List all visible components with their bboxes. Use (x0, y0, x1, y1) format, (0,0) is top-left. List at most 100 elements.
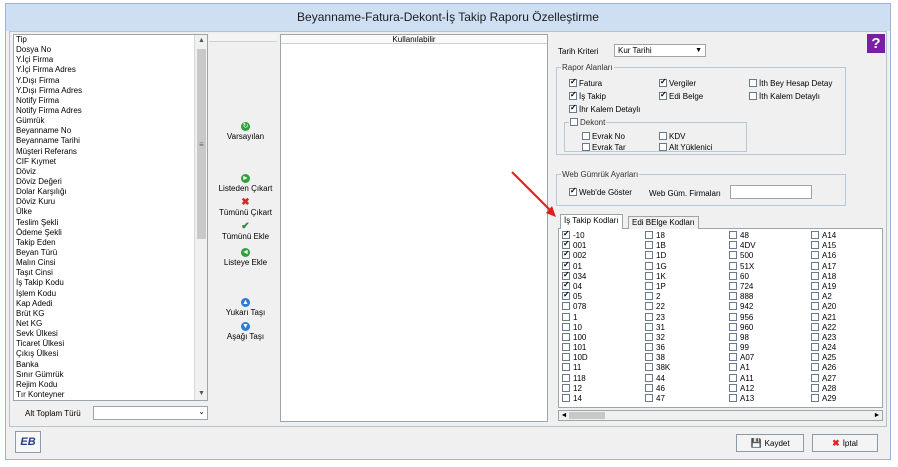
code-checkbox[interactable]: 1B (645, 241, 725, 251)
code-checkbox[interactable]: A16 (811, 251, 882, 261)
field-list-item[interactable]: Y.Dışı Firma Adres (14, 86, 207, 96)
tumunu-cikart-button[interactable]: ✖ Tümünü Çıkart (213, 198, 278, 218)
scroll-right-icon[interactable]: ► (872, 411, 882, 420)
hscroll-thumb[interactable] (569, 412, 605, 419)
available-list[interactable]: Kullanılabilir (280, 34, 548, 422)
code-checkbox[interactable]: 18 (645, 231, 725, 241)
field-list-item[interactable]: Dosya No (14, 45, 207, 55)
code-checkbox[interactable]: 47 (645, 394, 725, 404)
field-list-item[interactable]: Net KG (14, 319, 207, 329)
code-checkbox[interactable]: 46 (645, 383, 725, 394)
scroll-up-icon[interactable]: ▲ (195, 35, 207, 47)
ith-kalem-checkbox[interactable]: İth Kalem Detaylı (749, 92, 820, 101)
webde-goster-checkbox[interactable]: Web'de Göster (569, 186, 632, 197)
field-list-item[interactable]: Banka (14, 360, 207, 370)
code-checkbox[interactable]: 1P (645, 281, 725, 292)
vergiler-checkbox[interactable]: Vergiler (659, 77, 696, 88)
asagi-tasi-button[interactable]: ▼ Aşağı Taşı (213, 322, 278, 341)
kaydet-button[interactable]: 💾 Kaydet (736, 434, 804, 452)
code-checkbox[interactable]: A29 (811, 394, 882, 404)
code-checkbox[interactable]: A07 (729, 353, 809, 363)
field-list-item[interactable]: Ticaret Ülkesi (14, 339, 207, 349)
field-list-item[interactable]: Notify Firma Adres (14, 106, 207, 116)
field-list-item[interactable]: Döviz Kuru (14, 197, 207, 207)
evrak-no-checkbox[interactable]: Evrak No (582, 132, 625, 141)
code-checkbox[interactable]: 04 (562, 280, 642, 292)
code-checkbox[interactable]: 2 (645, 292, 725, 302)
field-list-item[interactable]: Sevk Ülkesi (14, 329, 207, 339)
field-list-item[interactable]: Tır Konteyner (14, 390, 207, 400)
code-checkbox[interactable]: A28 (811, 383, 882, 394)
code-checkbox[interactable]: 078 (562, 302, 642, 312)
iptal-button[interactable]: ✖ İptal (812, 434, 878, 452)
code-checkbox[interactable]: 98 (729, 332, 809, 343)
help-icon[interactable]: ? (867, 34, 885, 53)
field-list-item[interactable]: Malın Cinsi (14, 258, 207, 268)
varsayilan-button[interactable]: ↻ Varsayılan (213, 122, 278, 141)
field-list-item[interactable]: Kap Adedi (14, 299, 207, 309)
field-list-item[interactable]: Tip (14, 35, 207, 45)
code-checkbox[interactable]: A23 (811, 332, 882, 343)
code-checkbox[interactable]: 1 (562, 312, 642, 323)
field-list-item[interactable]: Beyanname Tarihi (14, 136, 207, 146)
code-checkbox[interactable]: 1G (645, 261, 725, 272)
code-checkbox[interactable]: 888 (729, 292, 809, 302)
code-checkbox[interactable]: 10 (562, 322, 642, 333)
code-checkbox[interactable]: 44 (645, 373, 725, 384)
listeden-cikart-button[interactable]: ► Listeden Çıkart (213, 174, 278, 193)
code-checkbox[interactable]: A1 (729, 363, 809, 373)
code-checkbox[interactable]: 14 (562, 394, 642, 404)
edi-belge-checkbox[interactable]: Edi Belge (659, 90, 703, 101)
field-list-item[interactable]: Dolar Karşılığı (14, 187, 207, 197)
field-list-scrollbar[interactable]: ▲ ≡ ▼ (194, 35, 207, 400)
code-checkbox[interactable]: A19 (811, 281, 882, 292)
field-list[interactable]: Tip Dosya No Y.İçi Firma Y.İçi Firma Adres Y… (13, 34, 208, 401)
code-checkbox[interactable]: 01 (562, 260, 642, 272)
field-list-item[interactable]: Sınır Gümrük (14, 370, 207, 380)
field-list-item[interactable]: Müşteri Referans (14, 147, 207, 157)
field-list-item[interactable]: Beyan Türü (14, 248, 207, 258)
code-checkbox[interactable]: 4DV (729, 241, 809, 251)
code-checkbox[interactable]: 724 (729, 281, 809, 292)
field-list-item[interactable]: Takip Eden (14, 238, 207, 248)
code-checkbox[interactable]: 034 (562, 270, 642, 282)
code-checkbox[interactable]: 22 (645, 302, 725, 312)
field-list-item[interactable]: Brüt KG (14, 309, 207, 319)
code-checkbox[interactable]: A18 (811, 271, 882, 282)
code-checkbox[interactable]: 48 (729, 231, 809, 241)
field-list-item[interactable]: Çıkış Ülkesi (14, 349, 207, 359)
field-list-item[interactable]: Döviz (14, 167, 207, 177)
code-checkbox[interactable]: -10 (562, 229, 642, 241)
code-checkbox[interactable]: 500 (729, 251, 809, 261)
ihr-kalem-checkbox[interactable]: İhr Kalem Detaylı (569, 103, 640, 114)
fatura-checkbox[interactable]: Fatura (569, 77, 602, 88)
code-checkbox[interactable]: A24 (811, 343, 882, 353)
code-checkbox[interactable]: 23 (645, 312, 725, 323)
field-list-item[interactable]: Döviz Değeri (14, 177, 207, 187)
code-checkbox[interactable]: A2 (811, 292, 882, 302)
is-takip-checkbox[interactable]: İş Takip (569, 90, 606, 101)
field-list-item[interactable]: Y.İçi Firma (14, 55, 207, 65)
field-list-item[interactable]: CIF Kıymet (14, 157, 207, 167)
code-checkbox[interactable]: A21 (811, 312, 882, 323)
code-checkbox[interactable]: 05 (562, 290, 642, 302)
code-checkbox[interactable]: 12 (562, 383, 642, 394)
field-list-item[interactable]: İşlem Kodu (14, 289, 207, 299)
code-checkbox[interactable]: A20 (811, 302, 882, 312)
code-checkbox[interactable]: 956 (729, 312, 809, 323)
code-checkbox[interactable]: A27 (811, 373, 882, 384)
listeye-ekle-button[interactable]: ◄ Listeye Ekle (213, 248, 278, 267)
tab-is-takip-kodlari[interactable]: İş Takip Kodları (560, 214, 623, 229)
code-checkbox[interactable]: 11 (562, 363, 642, 373)
code-checkbox[interactable]: 942 (729, 302, 809, 312)
field-list-item[interactable]: Beyanname No (14, 126, 207, 136)
code-checkbox[interactable]: 31 (645, 322, 725, 333)
code-checkbox[interactable]: A14 (811, 231, 882, 241)
code-checkbox[interactable]: 38K (645, 363, 725, 373)
code-checkbox[interactable]: A15 (811, 241, 882, 251)
code-checkbox[interactable]: A12 (729, 383, 809, 394)
field-list-item[interactable]: Gümrük (14, 116, 207, 126)
alt-yuklenici-checkbox[interactable]: Alt Yüklenici (659, 143, 712, 152)
scroll-left-icon[interactable]: ◄ (559, 411, 569, 420)
code-checkbox[interactable]: 36 (645, 343, 725, 353)
